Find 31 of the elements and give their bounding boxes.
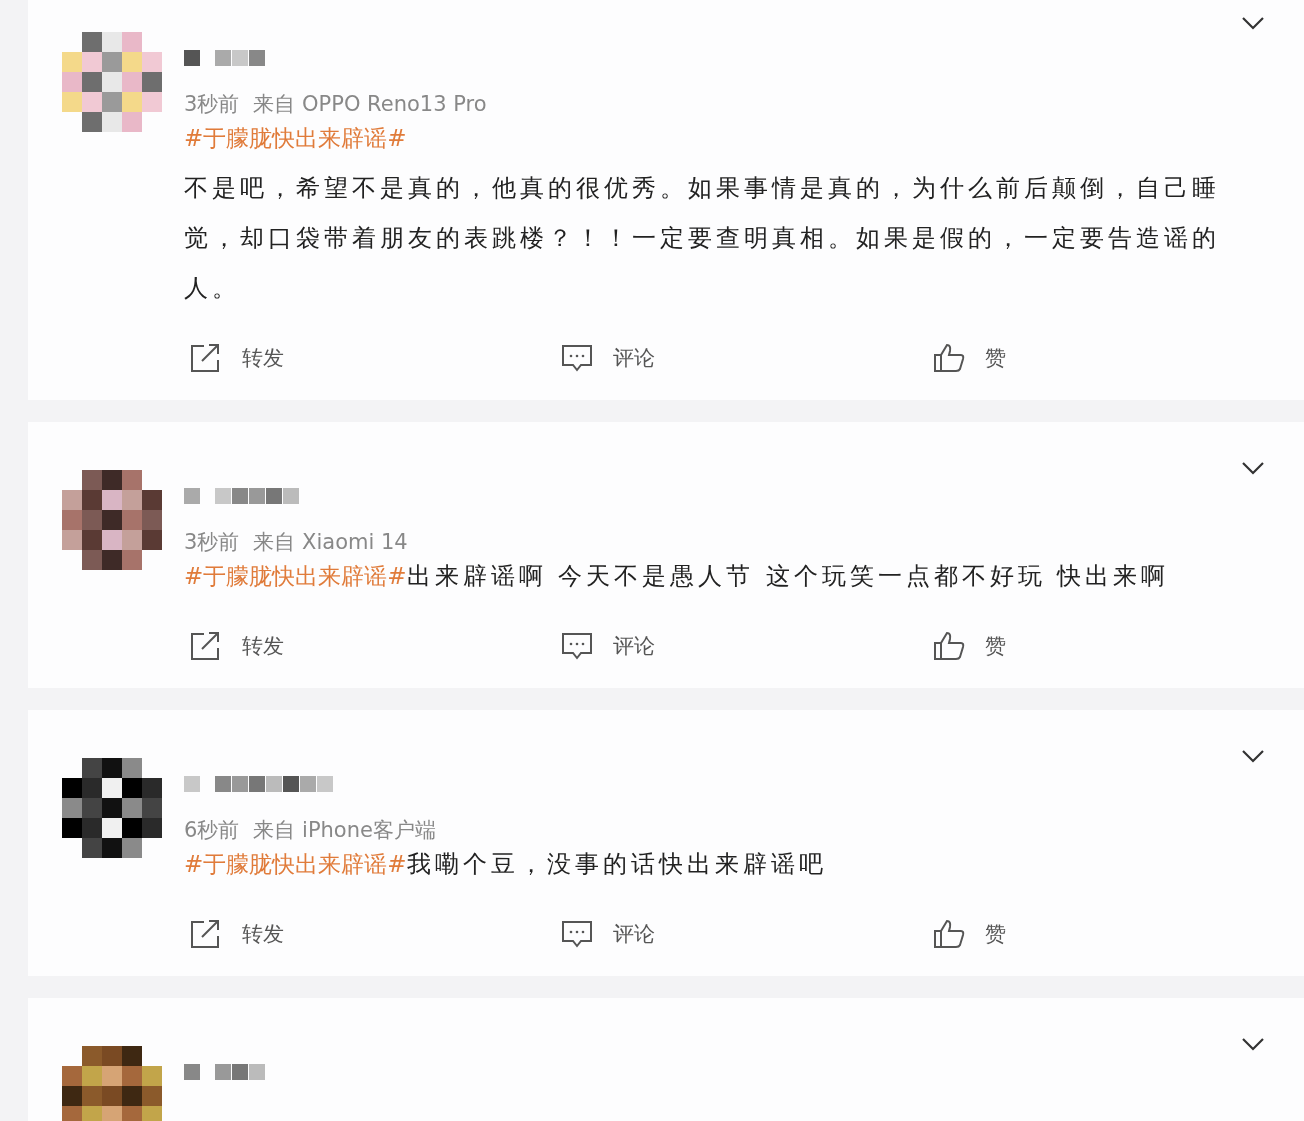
comment-button[interactable]: 评论 xyxy=(561,631,933,661)
comment-icon xyxy=(561,919,594,949)
thumbs-up-icon xyxy=(932,631,965,661)
post-text: 出来辟谣啊 今天不是愚人节 这个玩笑一点都不好玩 快出来啊 xyxy=(406,562,1170,590)
like-button[interactable]: 赞 xyxy=(932,919,1304,949)
post-source: 来自 Xiaomi 14 xyxy=(253,529,408,555)
post-text: 不是吧，希望不是真的，他真的很优秀。如果事情是真的，为什么前后颠倒，自己睡觉，却口袋带着朋友的表跳楼？！！一定要查明真相。如果是假的，一定要告造谣的人。 xyxy=(184,174,1220,302)
comment-button[interactable]: 评论 xyxy=(561,343,933,373)
like-button[interactable]: 赞 xyxy=(932,343,1304,373)
chevron-down-icon[interactable] xyxy=(1241,749,1265,763)
repost-button[interactable]: 转发 xyxy=(190,631,562,661)
comment-button[interactable]: 评论 xyxy=(561,919,933,949)
chevron-down-icon[interactable] xyxy=(1241,16,1265,30)
post-time: 3秒前 xyxy=(184,529,240,555)
comment-icon xyxy=(561,343,594,373)
repost-button[interactable]: 转发 xyxy=(190,919,562,949)
like-button[interactable]: 赞 xyxy=(932,631,1304,661)
thumbs-up-icon xyxy=(932,919,965,949)
thumbs-up-icon xyxy=(932,343,965,373)
share-icon xyxy=(190,919,222,949)
chevron-down-icon[interactable] xyxy=(1241,1037,1265,1051)
repost-button[interactable]: 转发 xyxy=(190,343,562,373)
comment-icon xyxy=(561,631,594,661)
post-source: 来自 iPhone客户端 xyxy=(253,817,436,843)
chevron-down-icon[interactable] xyxy=(1241,461,1265,475)
post-text: 我嘞个豆，没事的话快出来辟谣吧 xyxy=(406,850,827,878)
share-icon xyxy=(190,631,222,661)
post-time: 3秒前 xyxy=(184,91,240,117)
share-icon xyxy=(190,343,222,373)
post-source: 来自 OPPO Reno13 Pro xyxy=(253,91,487,117)
post-time: 6秒前 xyxy=(184,817,240,843)
